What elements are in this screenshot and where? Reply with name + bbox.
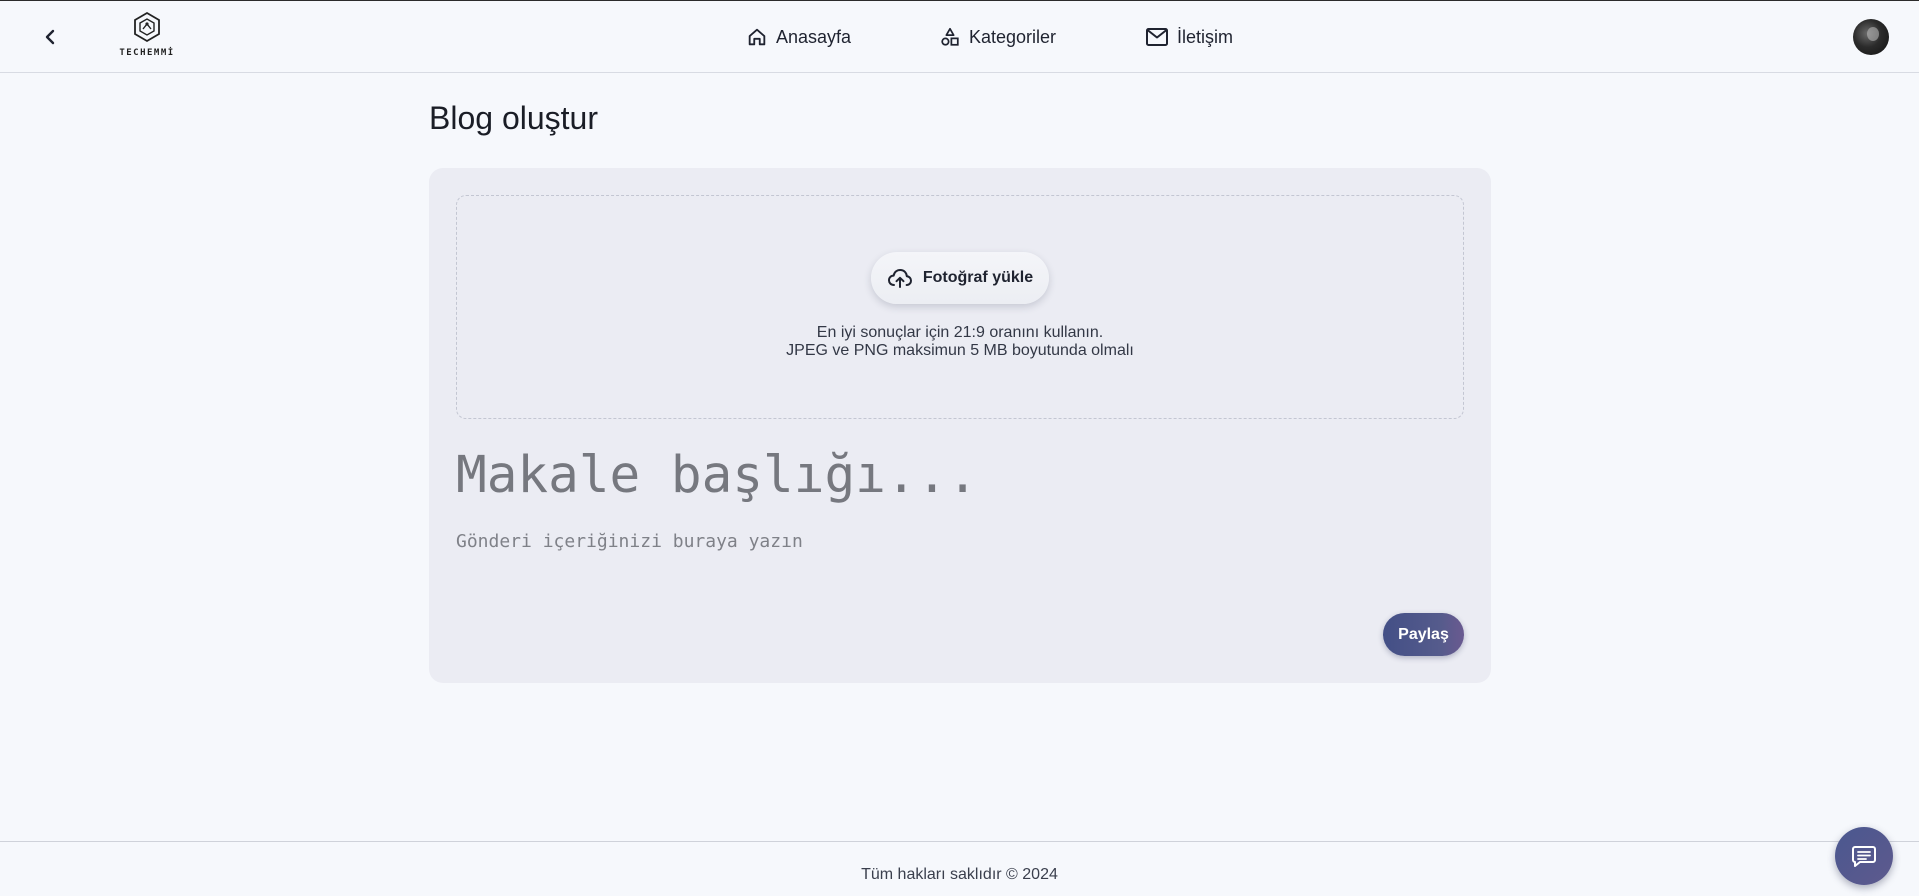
article-title-input[interactable] (456, 440, 1462, 510)
nav-item-categories[interactable]: Kategoriler (939, 23, 1056, 51)
home-icon (748, 28, 766, 46)
nav-item-contact[interactable]: İletişim (1145, 23, 1233, 51)
image-dropzone[interactable]: Fotoğraf yükle En iyi sonuçlar için 21:9… (456, 195, 1464, 419)
blog-editor-card: Fotoğraf yükle En iyi sonuçlar için 21:9… (429, 168, 1491, 683)
nav-label-contact: İletişim (1177, 26, 1234, 47)
nav-item-home[interactable]: Anasayfa (746, 23, 851, 51)
upload-photo-label: Fotoğraf yükle (922, 269, 1034, 286)
main-navigation: Anasayfa Kategoriler İletişim (0, 1, 1919, 72)
page-footer: Tüm hakları saklıdır © 2024 (0, 841, 1919, 896)
share-button[interactable]: Paylaş (1383, 613, 1464, 656)
page-title: Blog oluştur (429, 100, 598, 136)
mail-icon (1146, 28, 1168, 46)
upload-hint-size: JPEG ve PNG maksimun 5 MB boyutunda olma… (786, 342, 1134, 359)
shapes-icon (941, 27, 959, 46)
upload-hint-ratio: En iyi sonuçlar için 21:9 oranını kullan… (816, 324, 1104, 341)
post-content-textarea[interactable] (456, 531, 1462, 621)
cloud-upload-icon (887, 269, 912, 288)
chat-icon (1852, 846, 1876, 867)
nav-label-categories: Kategoriler (969, 26, 1057, 47)
upload-photo-button[interactable]: Fotoğraf yükle (871, 252, 1049, 304)
user-avatar[interactable] (1853, 19, 1889, 55)
chat-button[interactable] (1835, 827, 1893, 885)
copyright-text: Tüm hakları saklıdır © 2024 (861, 866, 1058, 883)
nav-label-home: Anasayfa (776, 26, 852, 47)
top-navbar: TECHEMMİ Anasayfa Kategoriler İletişim (0, 1, 1919, 73)
